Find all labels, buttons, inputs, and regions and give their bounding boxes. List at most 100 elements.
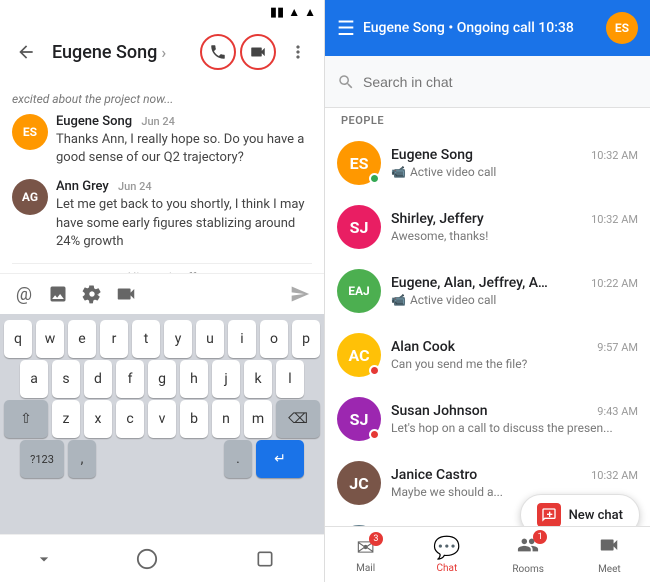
- list-item[interactable]: AC Alan Cook 9:57 AM Can you send me the…: [325, 323, 650, 387]
- chat-preview: Awesome, thanks!: [391, 229, 638, 243]
- key-b[interactable]: b: [180, 400, 208, 438]
- key-s[interactable]: s: [52, 360, 80, 398]
- key-c[interactable]: c: [116, 400, 144, 438]
- truncated-message: excited about the project now...: [12, 88, 312, 114]
- avatar: EAJ: [337, 269, 381, 313]
- chat-time: 10:32 AM: [591, 149, 638, 162]
- chat-header-title: Eugene Song ›: [52, 42, 192, 63]
- chat-preview: Can you send me the file?: [391, 357, 638, 371]
- notification-indicator: [369, 429, 380, 440]
- avatar: JC: [337, 461, 381, 505]
- key-n[interactable]: n: [212, 400, 240, 438]
- key-shift[interactable]: ⇧: [4, 400, 48, 438]
- chat-name-row: Eugene, Alan, Jeffrey, Ama... 10:22 AM: [391, 275, 638, 291]
- chat-preview: 📹 Active video call: [391, 293, 638, 307]
- key-l[interactable]: l: [276, 360, 304, 398]
- key-p[interactable]: p: [292, 320, 320, 358]
- key-w[interactable]: w: [36, 320, 64, 358]
- avatar: ES: [12, 114, 48, 150]
- chat-info: Eugene Song 10:32 AM 📹 Active video call: [391, 147, 638, 179]
- key-q[interactable]: q: [4, 320, 32, 358]
- chat-messages: excited about the project now... ES Euge…: [0, 80, 324, 273]
- chat-icon: 💬: [433, 536, 460, 561]
- more-options-button[interactable]: [280, 34, 316, 70]
- avatar: AC: [337, 333, 381, 377]
- key-z[interactable]: z: [52, 400, 80, 438]
- search-input[interactable]: [363, 74, 638, 90]
- nav-down-arrow[interactable]: [29, 549, 59, 569]
- back-button[interactable]: [8, 34, 44, 70]
- send-button[interactable]: [284, 278, 316, 310]
- chat-name-row: Alan Cook 9:57 AM: [391, 339, 638, 355]
- chat-time: 10:22 AM: [591, 277, 638, 290]
- chat-info: Eugene, Alan, Jeffrey, Ama... 10:22 AM 📹…: [391, 275, 638, 307]
- wifi-icon: ▲: [288, 5, 300, 19]
- message-sender: Ann Grey Jun 24: [56, 179, 312, 194]
- avatar: SJ: [337, 205, 381, 249]
- key-j[interactable]: j: [212, 360, 240, 398]
- rooms-tab-label: Rooms: [512, 564, 544, 575]
- rooms-badge: 1: [533, 530, 547, 544]
- key-g[interactable]: g: [148, 360, 176, 398]
- list-item[interactable]: SJ Susan Johnson 9:43 AM Let's hop on a …: [325, 387, 650, 451]
- right-panel: ☰ Eugene Song • Ongoing call 10:38 ES PE…: [325, 0, 650, 582]
- key-x[interactable]: x: [84, 400, 112, 438]
- phone-call-button[interactable]: [200, 34, 236, 70]
- key-h[interactable]: h: [180, 360, 208, 398]
- key-d[interactable]: d: [84, 360, 112, 398]
- key-space[interactable]: [100, 440, 220, 478]
- chat-preview: Let's hop on a call to discuss the prese…: [391, 421, 638, 435]
- tab-rooms[interactable]: 1 Rooms: [498, 534, 558, 575]
- message-sender: Eugene Song Jun 24: [56, 114, 312, 129]
- new-chat-icon: [537, 503, 561, 527]
- signal-icon: ▲: [304, 5, 316, 19]
- key-t[interactable]: t: [132, 320, 160, 358]
- keyboard-row-1: q w e r t y u i o p: [4, 320, 320, 358]
- tab-meet[interactable]: Meet: [579, 534, 639, 575]
- list-item[interactable]: ES Eugene Song 10:32 AM 📹 Active video c…: [325, 131, 650, 195]
- chat-name: Susan Johnson: [391, 403, 488, 419]
- list-item[interactable]: SJ Shirley, Jeffery 10:32 AM Awesome, th…: [325, 195, 650, 259]
- key-m[interactable]: m: [244, 400, 272, 438]
- message-content: Eugene Song Jun 24 Thanks Ann, I really …: [56, 114, 312, 167]
- tab-mail[interactable]: ✉ 3 Mail: [336, 536, 396, 574]
- key-v[interactable]: v: [148, 400, 176, 438]
- chat-info: Susan Johnson 9:43 AM Let's hop on a cal…: [391, 403, 638, 435]
- key-comma[interactable]: ,: [68, 440, 96, 478]
- key-k[interactable]: k: [244, 360, 272, 398]
- history-off-label: History is off: [12, 263, 312, 273]
- chat-preview: 📹 Active video call: [391, 165, 638, 179]
- key-i[interactable]: i: [228, 320, 256, 358]
- avatar: AG: [12, 179, 48, 215]
- key-enter[interactable]: ↵: [256, 440, 304, 478]
- chat-list: ES Eugene Song 10:32 AM 📹 Active video c…: [325, 131, 650, 526]
- key-symbols[interactable]: ?123: [20, 440, 64, 478]
- key-a[interactable]: a: [20, 360, 48, 398]
- image-button[interactable]: [42, 278, 74, 310]
- mail-badge: 3: [369, 532, 383, 546]
- nav-square[interactable]: [235, 549, 295, 569]
- list-item[interactable]: EAJ Eugene, Alan, Jeffrey, Ama... 10:22 …: [325, 259, 650, 323]
- key-y[interactable]: y: [164, 320, 192, 358]
- key-u[interactable]: u: [196, 320, 224, 358]
- hamburger-icon[interactable]: ☰: [337, 16, 355, 40]
- camera-button[interactable]: [76, 278, 108, 310]
- key-o[interactable]: o: [260, 320, 288, 358]
- key-backspace[interactable]: ⌫: [276, 400, 320, 438]
- meet-icon: [598, 534, 620, 562]
- key-r[interactable]: r: [100, 320, 128, 358]
- header-name-text: Eugene Song: [52, 42, 157, 63]
- video-call-button[interactable]: [240, 34, 276, 70]
- mention-button[interactable]: @: [8, 278, 40, 310]
- key-period[interactable]: .: [224, 440, 252, 478]
- people-label: PEOPLE: [325, 108, 650, 131]
- battery-icon: ▮▮: [270, 5, 284, 20]
- tab-chat[interactable]: 💬 Chat: [417, 536, 477, 574]
- key-f[interactable]: f: [116, 360, 144, 398]
- nav-home-circle[interactable]: [117, 548, 177, 570]
- chat-name-row: Shirley, Jeffery 10:32 AM: [391, 211, 638, 227]
- left-panel: ▮▮ ▲ ▲ Eugene Song ›: [0, 0, 325, 582]
- video-add-button[interactable]: [110, 278, 142, 310]
- keyboard-row-4: ?123 , . ↵: [4, 440, 320, 478]
- key-e[interactable]: e: [68, 320, 96, 358]
